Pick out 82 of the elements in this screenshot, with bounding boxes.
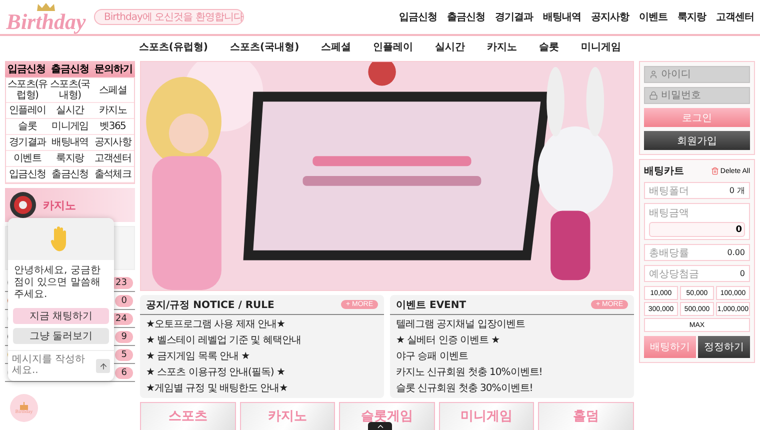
board-link[interactable]: 야구 승패 이벤트 — [396, 351, 628, 363]
count-badge: 6 — [115, 366, 133, 378]
side-link[interactable]: 출석체크 — [91, 167, 134, 183]
side-link[interactable]: 입금신청 — [6, 167, 49, 183]
side-link[interactable]: 스포츠(국내형) — [48, 78, 92, 103]
board-link[interactable]: ★ 벨스테이 레벨업 기준 및 혜택안내 — [146, 335, 378, 347]
board-title: 공지/규정 NOTICE / RULE — [146, 298, 274, 312]
side-link[interactable]: 경기결과 — [6, 135, 49, 151]
notice-text: Birthday에 오신것을 환영합니다 — [104, 11, 243, 24]
board-link[interactable]: 슬롯 신규회원 첫충 30%이벤트! — [396, 383, 628, 395]
cart-label: 배팅폴더 — [649, 184, 689, 198]
count-badge: 5 — [115, 348, 133, 360]
trash-icon — [711, 167, 720, 175]
cake-icon — [19, 402, 29, 410]
cart-label: 예상당첨금 — [649, 268, 699, 280]
cart-label: 총배당률 — [649, 246, 689, 260]
lock-icon — [649, 91, 658, 100]
amount-input[interactable]: 0 — [649, 222, 745, 237]
side-link[interactable]: 벳365 — [91, 119, 134, 135]
reset-button[interactable]: 정정하기 — [698, 336, 750, 358]
quick-button[interactable]: 출금신청 — [48, 61, 92, 77]
main-menu-link[interactable]: 스포츠(유럽형) — [138, 40, 208, 54]
top-menu-link[interactable]: 고객센터 — [716, 10, 754, 24]
top-menu-link[interactable]: 배팅내역 — [543, 10, 581, 24]
browse-button[interactable]: 그냥 둘러보기 — [13, 328, 109, 344]
id-field[interactable]: 아이디 — [644, 66, 750, 83]
side-link[interactable]: 실시간 — [48, 103, 92, 119]
top-menu-link[interactable]: 이벤트 — [639, 10, 668, 24]
side-link[interactable]: 배팅내역 — [48, 135, 92, 151]
main-menu-link[interactable]: 카지노 — [487, 40, 518, 54]
chat-now-button[interactable]: 지금 채팅하기 — [13, 308, 109, 324]
side-link[interactable]: 슬롯 — [6, 119, 49, 135]
cart-title: 배팅카트 — [644, 165, 684, 178]
top-menu-link[interactable]: 룩지랑 — [678, 10, 706, 24]
side-link[interactable]: 고객센터 — [91, 151, 134, 167]
cart-value: 0.00 — [727, 248, 745, 257]
side-link[interactable]: 스페셜 — [91, 78, 134, 103]
casino-label: 카지노 — [43, 198, 76, 212]
send-button[interactable] — [96, 359, 110, 373]
chevron-up-icon — [376, 422, 384, 430]
arrow-up-icon — [98, 362, 108, 370]
board-link[interactable]: ★ 실베터 인증 이벤트 ★ — [396, 335, 628, 347]
top-menu-link[interactable]: 공지사항 — [591, 10, 629, 24]
user-icon — [649, 70, 658, 79]
id-input[interactable]: 아이디 — [661, 69, 745, 80]
password-field[interactable]: 비밀번호 — [644, 87, 750, 104]
quick-button[interactable]: 문의하기 — [92, 61, 135, 77]
cart-value: 0 — [740, 269, 745, 278]
main-menu-link[interactable]: 스페셜 — [321, 40, 352, 54]
side-link[interactable]: 출금신청 — [48, 167, 92, 183]
cart-value: 0 개 — [729, 185, 745, 196]
main-menu-link[interactable]: 인플레이 — [373, 40, 414, 54]
board-title: 이벤트 EVENT — [396, 298, 466, 312]
side-link[interactable]: 스포츠(유럽형) — [6, 78, 49, 103]
side-link[interactable]: 카지노 — [91, 103, 134, 119]
quick-button[interactable]: 입금신청 — [5, 61, 48, 77]
signup-button[interactable]: 회원가입 — [644, 131, 750, 150]
count-badge: 0 — [115, 294, 133, 306]
main-menu-link[interactable]: 실시간 — [435, 40, 466, 54]
scroll-top-button[interactable] — [368, 422, 392, 430]
side-link[interactable]: 공지사항 — [91, 135, 134, 151]
main-menu-link[interactable]: 미니게임 — [581, 40, 622, 54]
side-link[interactable]: 인플레이 — [6, 103, 49, 119]
board-link[interactable]: 카지노 신규회원 첫충 10%이벤트! — [396, 367, 628, 379]
top-menu-link[interactable]: 입금신청 — [399, 10, 437, 24]
board-link[interactable]: ★게임별 규정 및 배팅한도 안내★ — [146, 383, 378, 395]
main-menu-link[interactable]: 스포츠(국내형) — [230, 40, 300, 54]
cart-label: 배팅금액 — [649, 207, 690, 220]
board-link[interactable]: ★오토프로그램 사용 제재 안내★ — [146, 319, 378, 331]
top-menu-link[interactable]: 출금신청 — [447, 10, 485, 24]
side-link[interactable]: 이벤트 — [6, 151, 49, 167]
top-menu-link[interactable]: 경기결과 — [495, 10, 533, 24]
board-link[interactable]: ★ 스포츠 이용규정 안내(필독) ★ — [146, 367, 378, 379]
side-link[interactable]: 미니게임 — [48, 119, 92, 135]
count-badge: 9 — [115, 330, 133, 342]
board-link[interactable]: 텔레그램 공지채널 입장이벤트 — [396, 319, 628, 331]
password-input[interactable]: 비밀번호 — [661, 90, 745, 101]
board-link[interactable]: ★ 금지게임 목록 안내 ★ — [146, 351, 378, 363]
side-link[interactable]: 룩지랑 — [48, 151, 92, 167]
chat-message: 안녕하세요, 궁금한 점이 있으면 말씀해주세요. — [14, 265, 102, 301]
crown-icon — [36, 2, 56, 12]
main-menu-link[interactable]: 슬롯 — [539, 40, 560, 54]
